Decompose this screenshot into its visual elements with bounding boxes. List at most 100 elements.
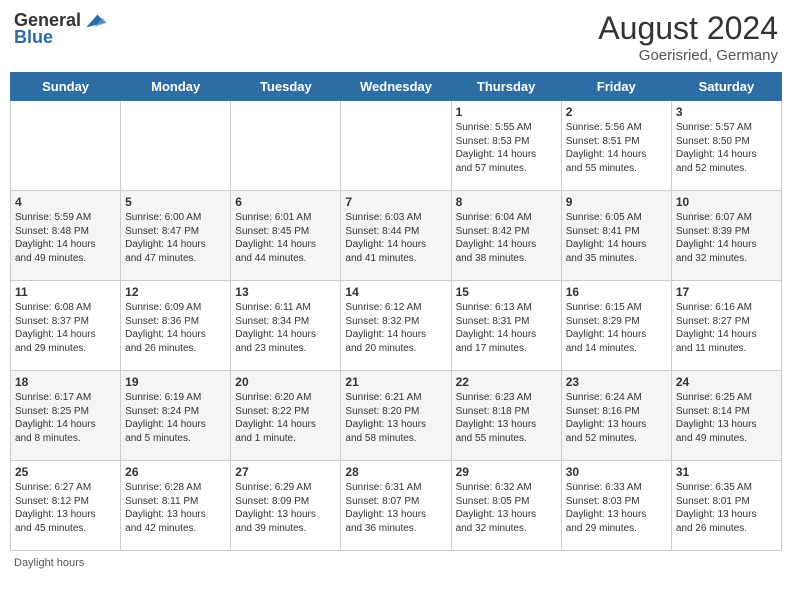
day-info: Sunrise: 6:19 AM Sunset: 8:24 PM Dayligh…	[125, 391, 226, 445]
calendar-cell: 31 Sunrise: 6:35 AM Sunset: 8:01 PM Dayli…	[671, 461, 781, 551]
title-block: August 2024 Goerisried, Germany	[598, 10, 778, 64]
day-info: Sunrise: 6:13 AM Sunset: 8:31 PM Dayligh…	[456, 301, 557, 355]
calendar-cell: 9 Sunrise: 6:05 AM Sunset: 8:41 PM Daylig…	[561, 191, 671, 281]
footer: Daylight hours	[10, 557, 782, 569]
day-info: Sunrise: 5:55 AM Sunset: 8:53 PM Dayligh…	[456, 121, 557, 175]
day-number: 19	[125, 375, 226, 389]
calendar-cell: 25 Sunrise: 6:27 AM Sunset: 8:12 PM Dayli…	[11, 461, 121, 551]
calendar-week-row: 4Sunrise: 5:59 AM Sunset: 8:48 PM Daylig…	[11, 191, 782, 281]
calendar-cell: 16Sunrise: 6:15 AM Sunset: 8:29 PM Dayli…	[561, 281, 671, 371]
day-number: 5	[125, 195, 226, 209]
day-info: Sunrise: 6:25 AM Sunset: 8:14 PM Dayligh…	[676, 391, 777, 445]
day-number: 13	[235, 285, 336, 299]
day-number: 8	[456, 195, 557, 209]
calendar-cell	[231, 101, 341, 191]
day-info: Sunrise: 6:04 AM Sunset: 8:42 PM Dayligh…	[456, 211, 557, 265]
day-header-monday: Monday	[121, 73, 231, 101]
calendar-cell: 17 Sunrise: 6:16 AM Sunset: 8:27 PM Dayli…	[671, 281, 781, 371]
calendar-cell	[11, 101, 121, 191]
day-info: Sunrise: 6:07 AM Sunset: 8:39 PM Dayligh…	[676, 211, 777, 265]
day-number: 16	[566, 285, 667, 299]
calendar-header-row: SundayMondayTuesdayWednesdayThursdayFrid…	[11, 73, 782, 101]
page-header: General Blue August 2024 Goerisried, Ger…	[10, 10, 782, 64]
calendar-cell: 21 Sunrise: 6:21 AM Sunset: 8:20 PM Dayli…	[341, 371, 451, 461]
calendar-cell: 6 Sunrise: 6:01 AM Sunset: 8:45 PM Daylig…	[231, 191, 341, 281]
day-info: Sunrise: 6:24 AM Sunset: 8:16 PM Dayligh…	[566, 391, 667, 445]
day-number: 25	[15, 465, 116, 479]
day-number: 20	[235, 375, 336, 389]
day-info: Sunrise: 6:27 AM Sunset: 8:12 PM Dayligh…	[15, 481, 116, 535]
day-info: Sunrise: 5:59 AM Sunset: 8:48 PM Dayligh…	[15, 211, 116, 265]
day-number: 6	[235, 195, 336, 209]
day-info: Sunrise: 6:03 AM Sunset: 8:44 PM Dayligh…	[345, 211, 446, 265]
day-number: 28	[345, 465, 446, 479]
day-info: Sunrise: 6:17 AM Sunset: 8:25 PM Dayligh…	[15, 391, 116, 445]
day-number: 12	[125, 285, 226, 299]
day-info: Sunrise: 5:57 AM Sunset: 8:50 PM Dayligh…	[676, 121, 777, 175]
day-number: 14	[345, 285, 446, 299]
day-header-saturday: Saturday	[671, 73, 781, 101]
day-info: Sunrise: 6:08 AM Sunset: 8:37 PM Dayligh…	[15, 301, 116, 355]
day-info: Sunrise: 6:21 AM Sunset: 8:20 PM Dayligh…	[345, 391, 446, 445]
day-info: Sunrise: 6:31 AM Sunset: 8:07 PM Dayligh…	[345, 481, 446, 535]
location: Goerisried, Germany	[598, 47, 778, 64]
day-info: Sunrise: 6:29 AM Sunset: 8:09 PM Dayligh…	[235, 481, 336, 535]
day-number: 31	[676, 465, 777, 479]
calendar-cell: 5 Sunrise: 6:00 AM Sunset: 8:47 PM Daylig…	[121, 191, 231, 281]
day-number: 30	[566, 465, 667, 479]
logo: General Blue	[14, 10, 107, 48]
calendar-cell	[121, 101, 231, 191]
day-info: Sunrise: 6:20 AM Sunset: 8:22 PM Dayligh…	[235, 391, 336, 445]
day-info: Sunrise: 6:28 AM Sunset: 8:11 PM Dayligh…	[125, 481, 226, 535]
month-year: August 2024	[598, 10, 778, 47]
day-info: Sunrise: 6:00 AM Sunset: 8:47 PM Dayligh…	[125, 211, 226, 265]
calendar-cell: 10 Sunrise: 6:07 AM Sunset: 8:39 PM Dayli…	[671, 191, 781, 281]
calendar-cell: 19 Sunrise: 6:19 AM Sunset: 8:24 PM Dayli…	[121, 371, 231, 461]
calendar-cell: 30Sunrise: 6:33 AM Sunset: 8:03 PM Dayli…	[561, 461, 671, 551]
calendar-cell: 23 Sunrise: 6:24 AM Sunset: 8:16 PM Dayli…	[561, 371, 671, 461]
calendar-cell: 27 Sunrise: 6:29 AM Sunset: 8:09 PM Dayli…	[231, 461, 341, 551]
day-number: 29	[456, 465, 557, 479]
day-number: 18	[15, 375, 116, 389]
calendar-cell: 29Sunrise: 6:32 AM Sunset: 8:05 PM Dayli…	[451, 461, 561, 551]
day-number: 10	[676, 195, 777, 209]
day-number: 7	[345, 195, 446, 209]
day-info: Sunrise: 6:09 AM Sunset: 8:36 PM Dayligh…	[125, 301, 226, 355]
calendar-week-row: 11 Sunrise: 6:08 AM Sunset: 8:37 PM Dayli…	[11, 281, 782, 371]
day-number: 11	[15, 285, 116, 299]
logo-icon	[83, 11, 107, 31]
day-header-sunday: Sunday	[11, 73, 121, 101]
day-number: 17	[676, 285, 777, 299]
day-info: Sunrise: 6:23 AM Sunset: 8:18 PM Dayligh…	[456, 391, 557, 445]
day-info: Sunrise: 6:11 AM Sunset: 8:34 PM Dayligh…	[235, 301, 336, 355]
day-header-friday: Friday	[561, 73, 671, 101]
calendar-cell: 4Sunrise: 5:59 AM Sunset: 8:48 PM Daylig…	[11, 191, 121, 281]
calendar-cell: 1 Sunrise: 5:55 AM Sunset: 8:53 PM Daylig…	[451, 101, 561, 191]
calendar-cell: 20 Sunrise: 6:20 AM Sunset: 8:22 PM Dayli…	[231, 371, 341, 461]
day-info: Sunrise: 6:05 AM Sunset: 8:41 PM Dayligh…	[566, 211, 667, 265]
calendar-cell: 14Sunrise: 6:12 AM Sunset: 8:32 PM Dayli…	[341, 281, 451, 371]
day-number: 21	[345, 375, 446, 389]
day-number: 1	[456, 105, 557, 119]
day-header-wednesday: Wednesday	[341, 73, 451, 101]
day-number: 26	[125, 465, 226, 479]
day-header-tuesday: Tuesday	[231, 73, 341, 101]
day-info: Sunrise: 6:35 AM Sunset: 8:01 PM Dayligh…	[676, 481, 777, 535]
day-info: Sunrise: 6:01 AM Sunset: 8:45 PM Dayligh…	[235, 211, 336, 265]
day-number: 23	[566, 375, 667, 389]
calendar-cell: 15Sunrise: 6:13 AM Sunset: 8:31 PM Dayli…	[451, 281, 561, 371]
calendar-cell: 18 Sunrise: 6:17 AM Sunset: 8:25 PM Dayli…	[11, 371, 121, 461]
day-number: 2	[566, 105, 667, 119]
day-info: Sunrise: 6:16 AM Sunset: 8:27 PM Dayligh…	[676, 301, 777, 355]
calendar-cell: 12 Sunrise: 6:09 AM Sunset: 8:36 PM Dayli…	[121, 281, 231, 371]
calendar-week-row: 25 Sunrise: 6:27 AM Sunset: 8:12 PM Dayli…	[11, 461, 782, 551]
calendar-cell: 22 Sunrise: 6:23 AM Sunset: 8:18 PM Dayli…	[451, 371, 561, 461]
calendar-cell	[341, 101, 451, 191]
calendar-cell: 24Sunrise: 6:25 AM Sunset: 8:14 PM Dayli…	[671, 371, 781, 461]
day-number: 27	[235, 465, 336, 479]
logo-blue: Blue	[14, 27, 53, 48]
calendar-table: SundayMondayTuesdayWednesdayThursdayFrid…	[10, 72, 782, 551]
day-number: 22	[456, 375, 557, 389]
day-number: 9	[566, 195, 667, 209]
calendar-cell: 3Sunrise: 5:57 AM Sunset: 8:50 PM Daylig…	[671, 101, 781, 191]
